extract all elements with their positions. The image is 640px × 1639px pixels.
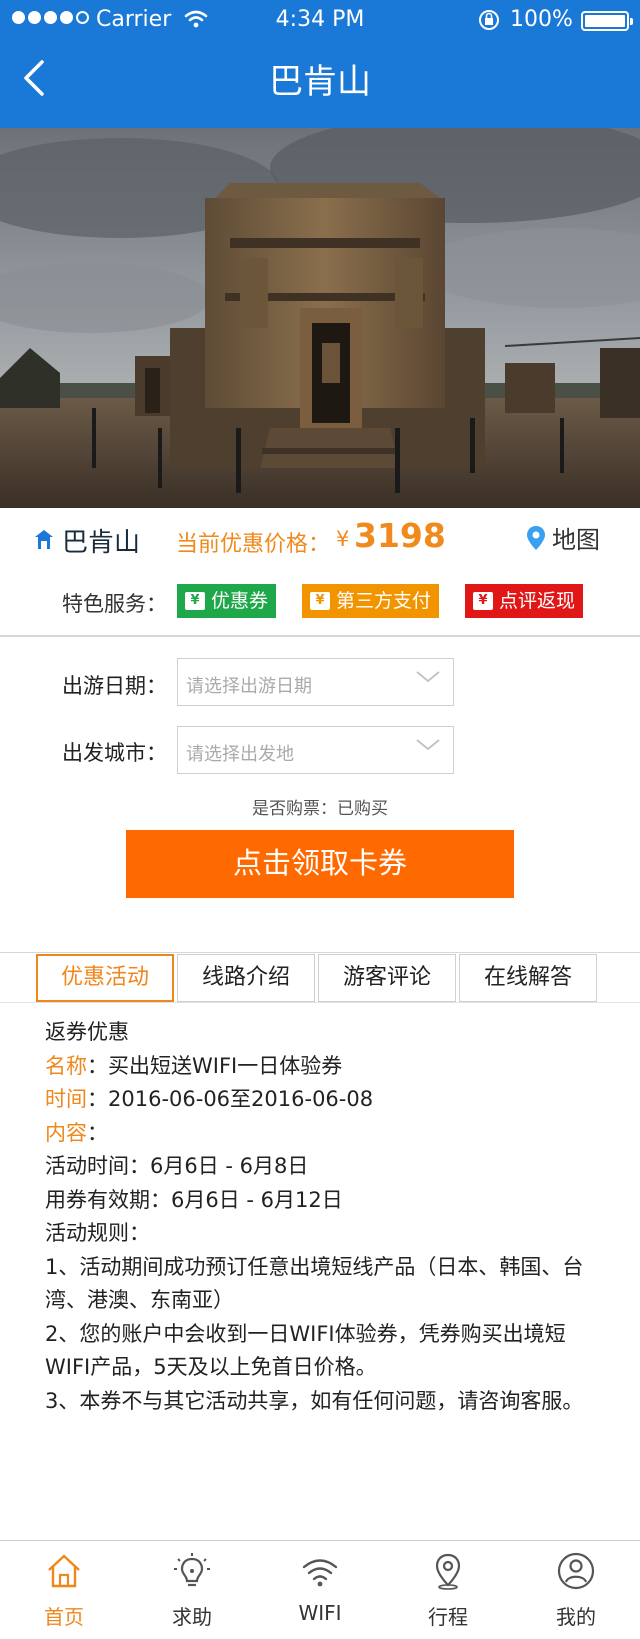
tag-label: 点评返现 [499,590,576,612]
hero-image [0,128,640,508]
coupon-tag: ¥ 优惠券 [177,584,277,618]
tabbar-item-mine[interactable]: 我的 [512,1541,640,1639]
top-bar: Carrier 4:34 PM 100% 巴肯山 [0,0,640,128]
price-currency: ¥ [336,527,350,551]
detail-tabs: 优惠活动 线路介绍 游客评论 在线解答 [36,954,600,1002]
yen-ticket-icon: ¥ [310,592,330,610]
place-info-row: 巴肯山 当前优惠价格： ¥ 3198 地图 [0,508,640,572]
promo-line: 2、您的账户中会收到一日WIFI体验券，凭券购买出境短WIFI产品，5天及以上免… [45,1321,566,1380]
battery-icon [581,11,633,31]
promo-content-row: 内容： [45,1117,605,1151]
section-divider [0,635,640,637]
lightbulb-icon [174,1553,210,1587]
yen-ticket-icon: ¥ [185,592,205,610]
review-cashback-tag: ¥ 点评返现 [465,584,584,618]
third-party-payment-tag: ¥ 第三方支付 [302,584,440,618]
featured-services: 特色服务： ¥ 优惠券 ¥ 第三方支付 ¥ 点评返现 [0,582,640,622]
tag-label: 第三方支付 [336,590,432,612]
tab-online-qa[interactable]: 在线解答 [459,954,597,1002]
travel-date-label: 出游日期： [62,674,167,698]
ticket-status: 是否购票：已购买 [252,799,388,819]
tabbar-item-help[interactable]: 求助 [128,1541,256,1639]
promo-time-key: 时间 [45,1087,87,1111]
tab-visitor-reviews[interactable]: 游客评论 [318,954,456,1002]
travel-date-placeholder: 请选择出游日期 [186,676,312,697]
claim-coupon-button[interactable]: 点击领取卡券 [126,830,514,898]
battery-percent: 100% [510,7,573,32]
promo-name-row: 名称：买出短送WIFI一日体验券 [45,1050,605,1084]
tab-promotions[interactable]: 优惠活动 [36,954,174,1002]
promo-content: 返券优惠 名称：买出短送WIFI一日体验券 时间：2016-06-06至2016… [45,1016,605,1418]
tabs-divider [0,1002,640,1003]
promo-line: 3、本券不与其它活动共享，如有任何问题，请咨询客服。 [45,1388,584,1413]
promo-time-value: ：2016-06-06至2016-06-08 [87,1087,374,1111]
chevron-down-icon [416,739,440,751]
services-label: 特色服务： [62,592,167,616]
tabbar-label: 我的 [556,1605,596,1629]
bottom-tab-bar: 首页 求助 WIFI 行程 我的 [0,1541,640,1639]
map-link[interactable]: 地图 [526,520,600,555]
yen-ticket-icon: ¥ [473,592,493,610]
attraction-icon [35,530,53,549]
chevron-down-icon [416,671,440,683]
promo-line: 1、活动期间成功预订任意出境短线产品（日本、韩国、台湾、港澳、东南亚） [45,1254,584,1313]
tabbar-label: 求助 [172,1605,212,1629]
home-icon [48,1554,80,1588]
departure-city-select[interactable]: 请选择出发地 [177,726,454,774]
promo-line: 活动规则： [45,1221,150,1245]
promo-name-key: 名称 [45,1053,87,1078]
tag-label: 优惠券 [211,590,269,612]
price-label: 当前优惠价格： [176,532,331,557]
promo-line: 活动时间：6月6日 - 6月8日 [45,1154,309,1178]
promo-name-value: ：买出短送WIFI一日体验券 [87,1053,343,1078]
promo-heading: 返券优惠 [45,1020,129,1044]
departure-city-label: 出发城市： [62,741,167,765]
wifi-icon [302,1559,338,1587]
tabbar-label: 行程 [428,1605,468,1629]
tabbar-item-wifi[interactable]: WIFI [256,1541,384,1639]
status-bar: Carrier 4:34 PM 100% [0,0,640,40]
departure-city-placeholder: 请选择出发地 [186,744,294,765]
promo-time-row: 时间：2016-06-06至2016-06-08 [45,1083,605,1117]
place-name: 巴肯山 [62,528,141,558]
promo-line: 用券有效期：6月6日 - 6月12日 [45,1187,343,1212]
rotation-lock-icon [479,10,499,30]
map-pin-icon [527,525,545,550]
user-icon [557,1552,595,1590]
promo-content-colon: ： [87,1120,108,1145]
tabbar-item-itinerary[interactable]: 行程 [384,1541,512,1639]
map-label: 地图 [552,526,600,554]
section-divider [0,952,640,953]
tabbar-label: 首页 [44,1605,84,1629]
tabbar-item-home[interactable]: 首页 [0,1541,128,1639]
tab-route-intro[interactable]: 线路介绍 [177,954,315,1002]
location-pin-icon [435,1553,461,1590]
travel-date-select[interactable]: 请选择出游日期 [177,658,454,706]
page-title: 巴肯山 [269,62,371,102]
tabbar-label: WIFI [298,1601,342,1625]
promo-content-key: 内容 [45,1120,87,1145]
price-value: 3198 [354,516,446,555]
